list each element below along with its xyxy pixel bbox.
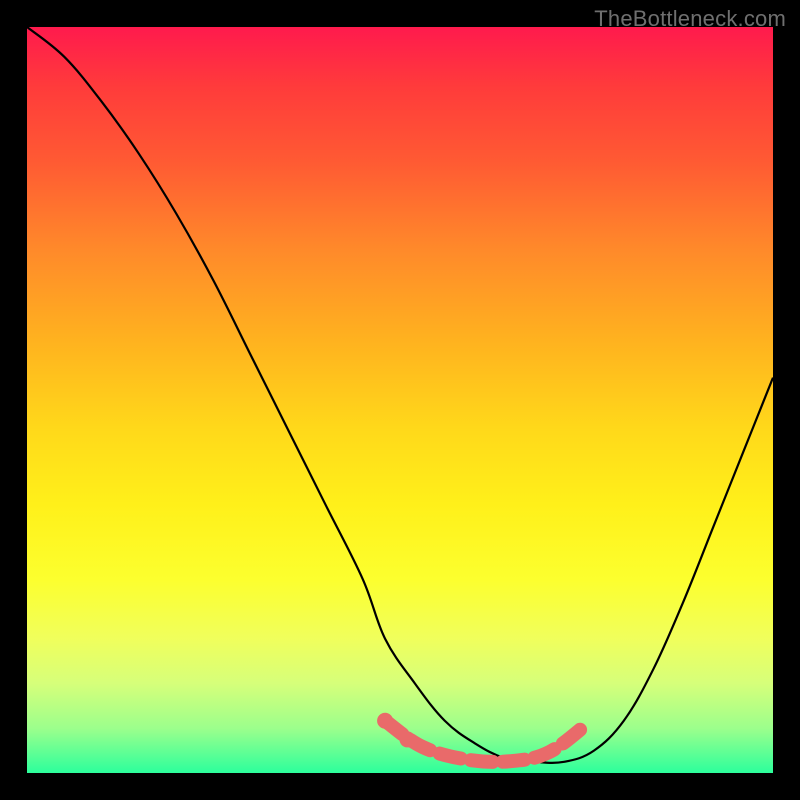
- bottleneck-curve: [27, 27, 773, 763]
- optimal-dot-2: [399, 731, 415, 747]
- chart-frame: TheBottleneck.com: [0, 0, 800, 800]
- optimal-range-line: [385, 721, 586, 762]
- optimal-dot-1: [377, 713, 393, 729]
- watermark-text: TheBottleneck.com: [594, 6, 786, 32]
- chart-plot-area: [27, 27, 773, 773]
- chart-svg: [27, 27, 773, 773]
